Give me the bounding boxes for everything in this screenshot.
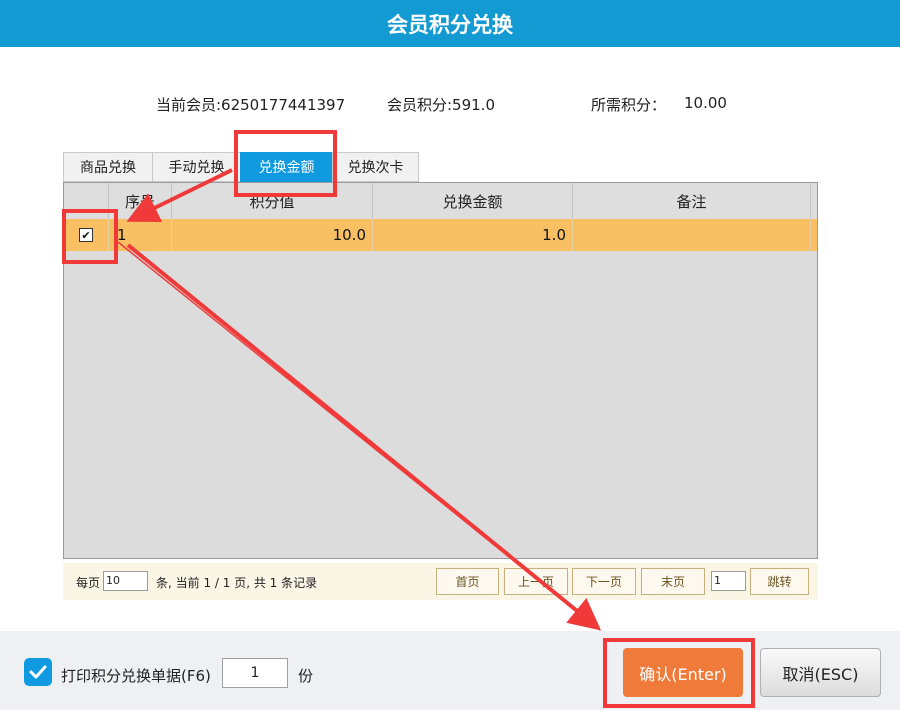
required-points-value: 10.00 <box>684 94 727 112</box>
row-remark <box>573 219 811 251</box>
header-remark: 备注 <box>573 183 811 219</box>
checkmark-icon <box>29 665 47 679</box>
exchange-table: 序号 积分值 兑换金额 备注 ✔ 1 10.0 1.0 <box>63 182 818 559</box>
window-title: 会员积分兑换 <box>387 12 513 37</box>
copies-unit: 份 <box>298 667 314 685</box>
window-title-bar: 会员积分兑换 <box>0 0 900 47</box>
last-page-button[interactable]: 末页 <box>641 568 705 595</box>
tab-product-exchange[interactable]: 商品兑换 <box>63 152 152 182</box>
required-points-label: 所需积分： <box>591 96 667 114</box>
next-page-button[interactable]: 下一页 <box>572 568 636 595</box>
tab-highlight-box <box>234 130 337 197</box>
table-header: 序号 积分值 兑换金额 备注 <box>64 183 817 219</box>
jump-button[interactable]: 跳转 <box>750 568 809 595</box>
pagination-bar: 每页 10 条, 当前 1 / 1 页, 共 1 条记录 首页 上一页 下一页 … <box>63 563 818 600</box>
first-page-button[interactable]: 首页 <box>436 568 499 595</box>
tab-manual-exchange[interactable]: 手动兑换 <box>152 152 240 182</box>
checkbox-highlight-box <box>62 209 118 264</box>
print-receipt-label: 打印积分兑换单据(F6) <box>61 667 211 685</box>
current-member-text: 当前会员:6250177441397 <box>156 96 346 114</box>
table-row[interactable]: ✔ 1 10.0 1.0 <box>64 219 817 251</box>
cancel-button[interactable]: 取消(ESC) <box>760 648 881 697</box>
copies-input[interactable]: 1 <box>222 658 288 688</box>
row-seq: 1 <box>109 219 172 251</box>
tab-card-exchange[interactable]: 兑换次卡 <box>332 152 419 182</box>
per-page-label: 每页 <box>76 576 101 590</box>
member-points-text: 会员积分:591.0 <box>387 96 495 114</box>
prev-page-button[interactable]: 上一页 <box>504 568 568 595</box>
row-amount: 1.0 <box>373 219 573 251</box>
row-points: 10.0 <box>172 219 373 251</box>
per-page-input[interactable]: 10 <box>103 571 148 591</box>
pager-status: 条, 当前 1 / 1 页, 共 1 条记录 <box>156 576 318 590</box>
print-receipt-checkbox[interactable] <box>24 658 52 686</box>
jump-page-input[interactable]: 1 <box>711 571 746 591</box>
header-amount: 兑换金额 <box>373 183 573 219</box>
header-seq: 序号 <box>109 183 172 219</box>
confirm-highlight-box <box>603 638 755 708</box>
